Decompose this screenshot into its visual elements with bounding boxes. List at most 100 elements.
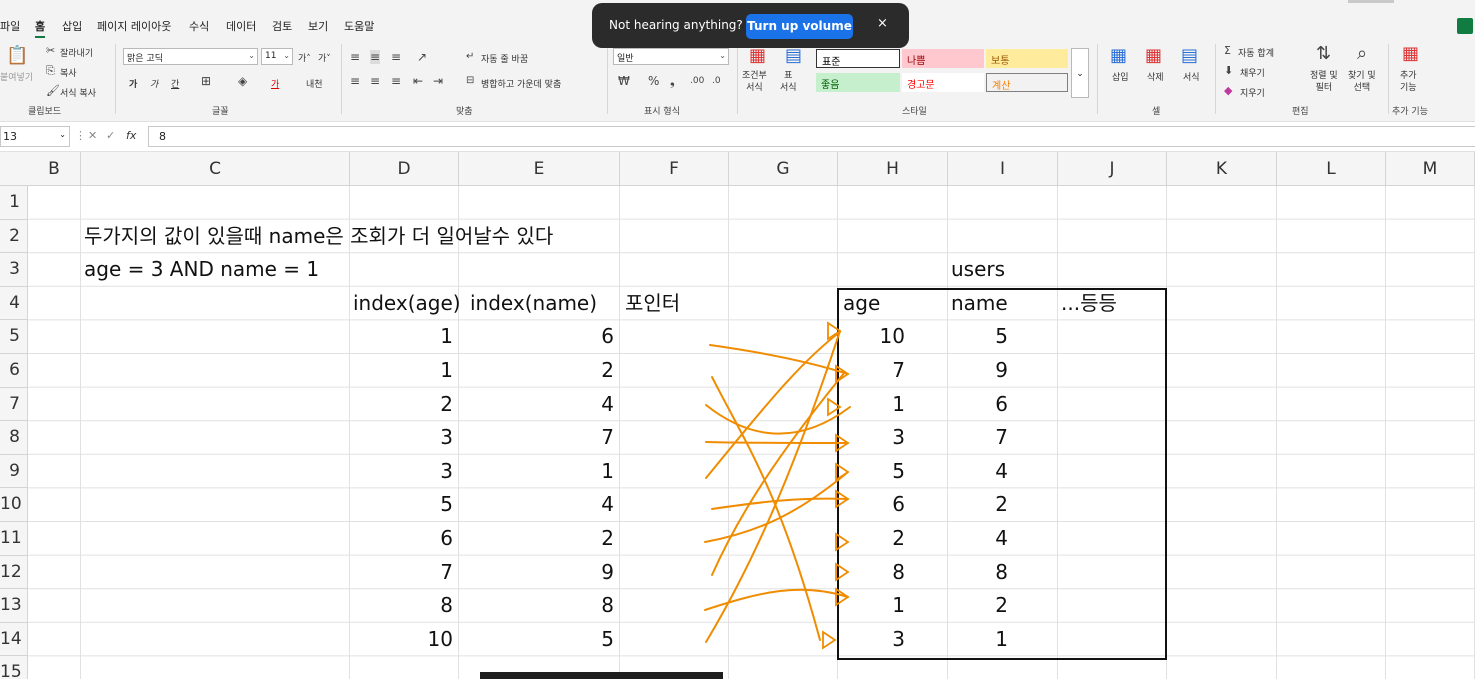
shrink-font-button[interactable]: 가˅ (318, 51, 331, 64)
conditional-format-button[interactable]: 조건부 서식 (742, 70, 767, 94)
format-cells-button[interactable]: 서식 (1183, 72, 1200, 84)
chevron-down-icon: ⌄ (283, 51, 290, 60)
insert-cells-button[interactable]: 삽입 (1112, 72, 1129, 84)
format-as-table-button[interactable]: 표 서식 (780, 70, 797, 94)
phonetic-button[interactable]: 내천 (306, 77, 323, 90)
copy-button[interactable]: 복사 (60, 66, 77, 79)
chevron-down-icon: ⌄ (719, 51, 726, 60)
find-select-button[interactable]: 찾기 및 선택 (1348, 70, 1376, 94)
align-center-icon[interactable]: ≡ (370, 74, 380, 88)
styles-group-label: 스타일 (902, 107, 927, 117)
style-warning[interactable]: 경고문 (902, 73, 984, 92)
addins-group-label: 추가 기능 (1392, 107, 1428, 117)
format-painter-icon[interactable]: 🖌 (46, 84, 60, 98)
cut-button[interactable]: 잘라내기 (60, 46, 93, 59)
enter-icon[interactable]: ✓ (106, 129, 115, 142)
align-left-icon[interactable]: ≡ (350, 74, 360, 88)
wrap-text-icon: ↵ (466, 51, 475, 62)
cancel-icon[interactable]: ✕ (88, 129, 97, 142)
font-name-select[interactable]: 맑은 고딕 ⌄ (123, 48, 258, 65)
fill-button[interactable]: 채우기 (1240, 66, 1265, 79)
increase-decimal-icon[interactable]: .00 (690, 74, 704, 88)
align-right-icon[interactable]: ≡ (391, 74, 401, 88)
style-neutral-label: 보통 (991, 56, 1010, 67)
tab-review[interactable]: 검토 (272, 18, 292, 34)
merge-center-button[interactable]: 병합하고 가운데 맞춤 (481, 77, 561, 90)
font-color-button[interactable]: 가 (271, 77, 279, 90)
clear-button[interactable]: 지우기 (1240, 86, 1265, 99)
align-middle-icon[interactable]: ≡ (370, 50, 381, 64)
tab-page-layout[interactable]: 페이지 레이아웃 (97, 18, 171, 34)
format-as-table-icon: ▤ (785, 45, 803, 66)
number-format-select[interactable]: 일반 ⌄ (613, 48, 729, 65)
pointer-arrow-line (711, 376, 821, 641)
separator (1097, 44, 1098, 114)
formula-input[interactable]: 8 (148, 126, 1475, 147)
sort-filter-icon: ⇅ (1316, 43, 1332, 64)
pointer-arrowhead (835, 562, 850, 582)
number-format-value: 일반 (617, 54, 634, 64)
tab-insert[interactable]: 삽입 (62, 18, 82, 34)
tab-home[interactable]: 홈 (35, 18, 46, 38)
pointer-arrow-line (711, 371, 846, 576)
separator (1215, 44, 1216, 114)
turn-up-volume-button[interactable]: Turn up volume (746, 14, 853, 39)
tab-view[interactable]: 보기 (308, 18, 328, 34)
sort-filter-button[interactable]: 정렬 및 필터 (1310, 70, 1338, 94)
clear-icon: ◆ (1224, 84, 1233, 97)
accounting-icon[interactable]: ₩ (618, 74, 630, 88)
font-size-value: 11 (265, 51, 277, 61)
tab-help[interactable]: 도움말 (344, 18, 374, 34)
separator (607, 44, 608, 114)
font-name-value: 맑은 고딕 (127, 54, 163, 64)
fill-color-icon[interactable]: ◈ (238, 74, 247, 88)
tab-file[interactable]: 파일 (0, 18, 20, 34)
style-normal[interactable]: 표준 (816, 49, 900, 68)
style-calculation-label: 계산 (992, 81, 1011, 92)
tab-data[interactable]: 데이터 (226, 18, 256, 34)
addins-button[interactable]: 추가 기능 (1400, 70, 1417, 94)
alignment-group-label: 맞춤 (456, 107, 473, 117)
autosum-button[interactable]: 자동 합계 (1238, 46, 1274, 59)
align-bottom-icon[interactable]: ≡ (391, 50, 401, 64)
style-good[interactable]: 좋음 (816, 73, 900, 92)
paste-button[interactable]: 붙여넣기 (0, 72, 33, 84)
decrease-decimal-icon[interactable]: .0 (712, 74, 721, 88)
font-group-label: 글꼴 (212, 107, 229, 117)
pointer-arrowhead (835, 532, 850, 552)
style-bad-label: 나쁨 (907, 56, 926, 67)
insert-function-icon[interactable]: fx (126, 129, 136, 142)
font-size-select[interactable]: 11 ⌄ (261, 48, 293, 65)
insert-cells-icon: ▦ (1110, 45, 1128, 66)
orientation-icon[interactable]: ↗ (417, 50, 427, 64)
style-neutral[interactable]: 보통 (986, 49, 1068, 68)
comma-icon[interactable]: ❟ (670, 74, 675, 88)
chevron-down-icon: ⌄ (59, 130, 66, 139)
tab-formulas[interactable]: 수식 (189, 18, 209, 34)
increase-indent-icon[interactable]: ⇥ (433, 74, 443, 88)
paste-icon[interactable]: 📋 (6, 46, 28, 66)
share-icon[interactable] (1457, 18, 1473, 34)
align-top-icon[interactable]: ≡ (350, 50, 360, 64)
format-painter-button[interactable]: 서식 복사 (60, 86, 96, 99)
percent-icon[interactable]: % (648, 74, 659, 88)
pointer-arrow-line (705, 330, 841, 643)
style-bad[interactable]: 나쁨 (902, 49, 984, 68)
delete-cells-button[interactable]: 삭제 (1147, 72, 1164, 84)
underline-button[interactable]: 간 (171, 77, 179, 90)
cut-icon[interactable]: ✂ (46, 44, 55, 58)
decrease-indent-icon[interactable]: ⇤ (413, 74, 423, 88)
style-calculation[interactable]: 계산 (986, 73, 1068, 92)
pointer-arrowhead (827, 397, 842, 417)
wrap-text-button[interactable]: 자동 줄 바꿈 (481, 52, 528, 65)
separator (1388, 44, 1389, 114)
name-box[interactable]: 13 ⌄ (0, 126, 70, 147)
border-icon[interactable]: ⊞ (201, 74, 211, 88)
style-normal-label: 표준 (822, 57, 841, 68)
toast-close-icon[interactable]: × (877, 16, 888, 31)
styles-more-button[interactable]: ⌄ (1071, 48, 1089, 98)
copy-icon[interactable]: ⎘ (46, 64, 55, 78)
grow-font-button[interactable]: 가˄ (298, 51, 311, 64)
italic-button[interactable]: 가 (150, 77, 158, 90)
bold-button[interactable]: 가 (129, 77, 137, 90)
